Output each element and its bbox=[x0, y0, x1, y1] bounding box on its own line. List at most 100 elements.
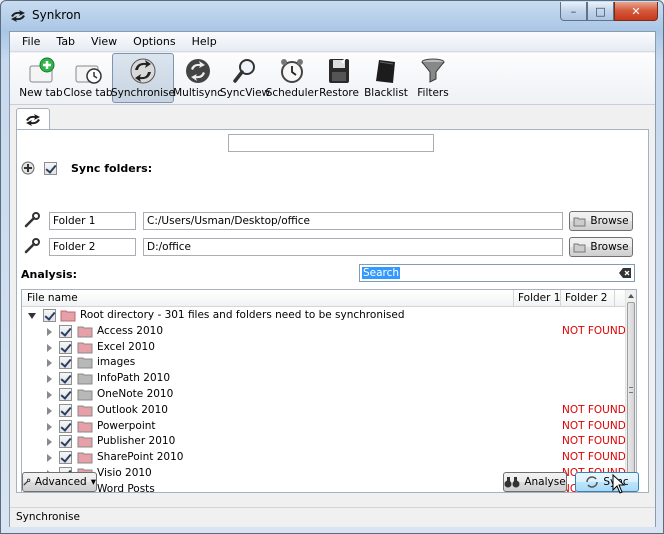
folder-icon bbox=[77, 405, 93, 417]
tree-row[interactable]: images bbox=[22, 355, 626, 371]
folder-icon bbox=[77, 342, 93, 354]
row-checkbox[interactable] bbox=[59, 340, 72, 354]
analysis-label: Analysis: bbox=[21, 268, 77, 281]
collapse-arrow-icon[interactable] bbox=[28, 313, 36, 319]
folder-2-path[interactable]: D:/office bbox=[143, 238, 563, 256]
expand-arrow-icon[interactable] bbox=[47, 438, 52, 447]
tree-row[interactable]: Publisher 2010 NOT FOUND bbox=[22, 434, 626, 450]
close-tab-button[interactable]: Close tab bbox=[63, 53, 113, 103]
menu-options[interactable]: Options bbox=[125, 35, 183, 48]
row-name: Access 2010 bbox=[97, 324, 164, 337]
expand-arrow-icon[interactable] bbox=[47, 406, 52, 415]
maximize-button[interactable]: □ bbox=[587, 2, 614, 21]
sync-name-field[interactable] bbox=[228, 134, 434, 152]
tab-strip bbox=[16, 108, 50, 130]
folder-1-path[interactable]: C:/Users/Usman/Desktop/office bbox=[143, 212, 563, 230]
sync-folders-row: Sync folders: bbox=[21, 161, 152, 175]
multisync-button[interactable]: Multisync bbox=[173, 53, 223, 103]
synchronise-icon bbox=[130, 58, 156, 84]
sync-folders-label: Sync folders: bbox=[71, 161, 153, 175]
expand-arrow-icon[interactable] bbox=[47, 390, 52, 399]
folder-icon bbox=[77, 421, 93, 433]
menu-view[interactable]: View bbox=[83, 35, 125, 48]
row-name: OneNote 2010 bbox=[97, 387, 174, 400]
scroll-thumb[interactable] bbox=[627, 302, 635, 482]
row-checkbox[interactable] bbox=[59, 324, 72, 338]
wrench-icon[interactable] bbox=[23, 238, 41, 254]
scheduler-button[interactable]: Scheduler bbox=[266, 53, 318, 103]
row-status: NOT FOUND bbox=[562, 403, 626, 416]
add-folder-icon[interactable] bbox=[21, 161, 35, 175]
folder-icon bbox=[77, 326, 93, 338]
column-file-name[interactable]: File name bbox=[27, 292, 78, 304]
tree-row[interactable]: OneNote 2010 bbox=[22, 387, 626, 403]
sync-folders-checkbox[interactable] bbox=[44, 161, 57, 175]
new-tab-icon bbox=[29, 57, 55, 83]
folder-open-icon bbox=[573, 217, 586, 226]
synchronise-button[interactable]: Synchronise bbox=[111, 53, 175, 103]
search-input[interactable]: Search bbox=[359, 264, 635, 282]
expand-arrow-icon[interactable] bbox=[47, 375, 52, 384]
wrench-icon[interactable] bbox=[23, 212, 41, 228]
sync-button[interactable]: Sync bbox=[575, 472, 639, 492]
menu-help[interactable]: Help bbox=[184, 35, 225, 48]
expand-arrow-icon[interactable] bbox=[47, 327, 52, 336]
blacklist-button[interactable]: Blacklist bbox=[363, 53, 409, 103]
row-name: Excel 2010 bbox=[97, 340, 155, 353]
new-tab-button[interactable]: New tab bbox=[18, 53, 64, 103]
row-checkbox[interactable] bbox=[59, 356, 72, 370]
tree-row[interactable]: InfoPath 2010 bbox=[22, 371, 626, 387]
column-folder-2[interactable]: Folder 2 bbox=[565, 292, 607, 304]
row-status: NOT FOUND bbox=[562, 435, 626, 448]
app-window: Synkron – □ ✕ File Tab View Options Help… bbox=[0, 0, 664, 534]
advanced-button[interactable]: Advanced ▾ bbox=[22, 472, 97, 492]
analyse-button[interactable]: Analyse bbox=[503, 472, 567, 492]
tree-row[interactable]: SharePoint 2010 NOT FOUND bbox=[22, 450, 626, 466]
app-logo-icon bbox=[11, 10, 25, 22]
root-checkbox[interactable] bbox=[43, 309, 56, 322]
restore-button[interactable]: Restore bbox=[316, 53, 362, 103]
tree-row[interactable]: Excel 2010 bbox=[22, 340, 626, 356]
row-checkbox[interactable] bbox=[59, 451, 72, 465]
menu-tab[interactable]: Tab bbox=[48, 35, 83, 48]
filters-button[interactable]: Filters bbox=[410, 53, 456, 103]
folder-open-icon bbox=[573, 243, 586, 252]
tree-row-root[interactable]: Root directory - 301 files and folders n… bbox=[22, 308, 626, 324]
folder-2-name[interactable]: Folder 2 bbox=[49, 238, 136, 256]
row-checkbox[interactable] bbox=[59, 403, 72, 417]
folder-icon bbox=[77, 436, 93, 448]
mouse-cursor-icon bbox=[612, 474, 626, 494]
folder-1-browse-button[interactable]: Browse bbox=[569, 211, 633, 231]
expand-arrow-icon[interactable] bbox=[47, 422, 52, 431]
expand-arrow-icon[interactable] bbox=[47, 454, 52, 463]
expand-arrow-icon[interactable] bbox=[47, 359, 52, 368]
folder-icon bbox=[77, 373, 93, 385]
tree-row[interactable]: Access 2010 NOT FOUND bbox=[22, 324, 626, 340]
expand-arrow-icon[interactable] bbox=[47, 343, 52, 352]
syncview-button[interactable]: SyncView bbox=[220, 53, 270, 103]
multisync-icon bbox=[186, 59, 210, 83]
minimize-button[interactable]: – bbox=[560, 2, 587, 21]
root-label: Root directory - 301 files and folders n… bbox=[80, 309, 405, 321]
tree-row[interactable]: Outlook 2010 NOT FOUND bbox=[22, 403, 626, 419]
close-button[interactable]: ✕ bbox=[614, 2, 658, 21]
tree-scrollbar[interactable] bbox=[625, 290, 636, 492]
menu-file[interactable]: File bbox=[14, 35, 48, 48]
client-area: File Tab View Options Help New tab Close… bbox=[9, 31, 656, 527]
row-checkbox[interactable] bbox=[59, 372, 72, 386]
scroll-up-icon[interactable] bbox=[628, 294, 634, 298]
dropdown-arrow-icon: ▾ bbox=[90, 476, 96, 488]
row-status: NOT FOUND bbox=[562, 324, 626, 337]
sync-tab[interactable] bbox=[16, 108, 50, 130]
row-checkbox[interactable] bbox=[59, 419, 72, 433]
column-folder-1[interactable]: Folder 1 bbox=[518, 292, 560, 304]
tree-row[interactable]: Powerpoint NOT FOUND bbox=[22, 419, 626, 435]
row-checkbox[interactable] bbox=[59, 435, 72, 449]
row-checkbox[interactable] bbox=[59, 387, 72, 401]
folder-1-name[interactable]: Folder 1 bbox=[49, 212, 136, 230]
clear-search-icon[interactable] bbox=[619, 268, 631, 278]
blacklist-icon bbox=[376, 60, 395, 83]
file-tree[interactable]: File name Folder 1 Folder 2 Root directo… bbox=[21, 289, 637, 493]
title-bar[interactable]: Synkron – □ ✕ bbox=[1, 1, 663, 31]
folder-2-browse-button[interactable]: Browse bbox=[569, 237, 633, 257]
